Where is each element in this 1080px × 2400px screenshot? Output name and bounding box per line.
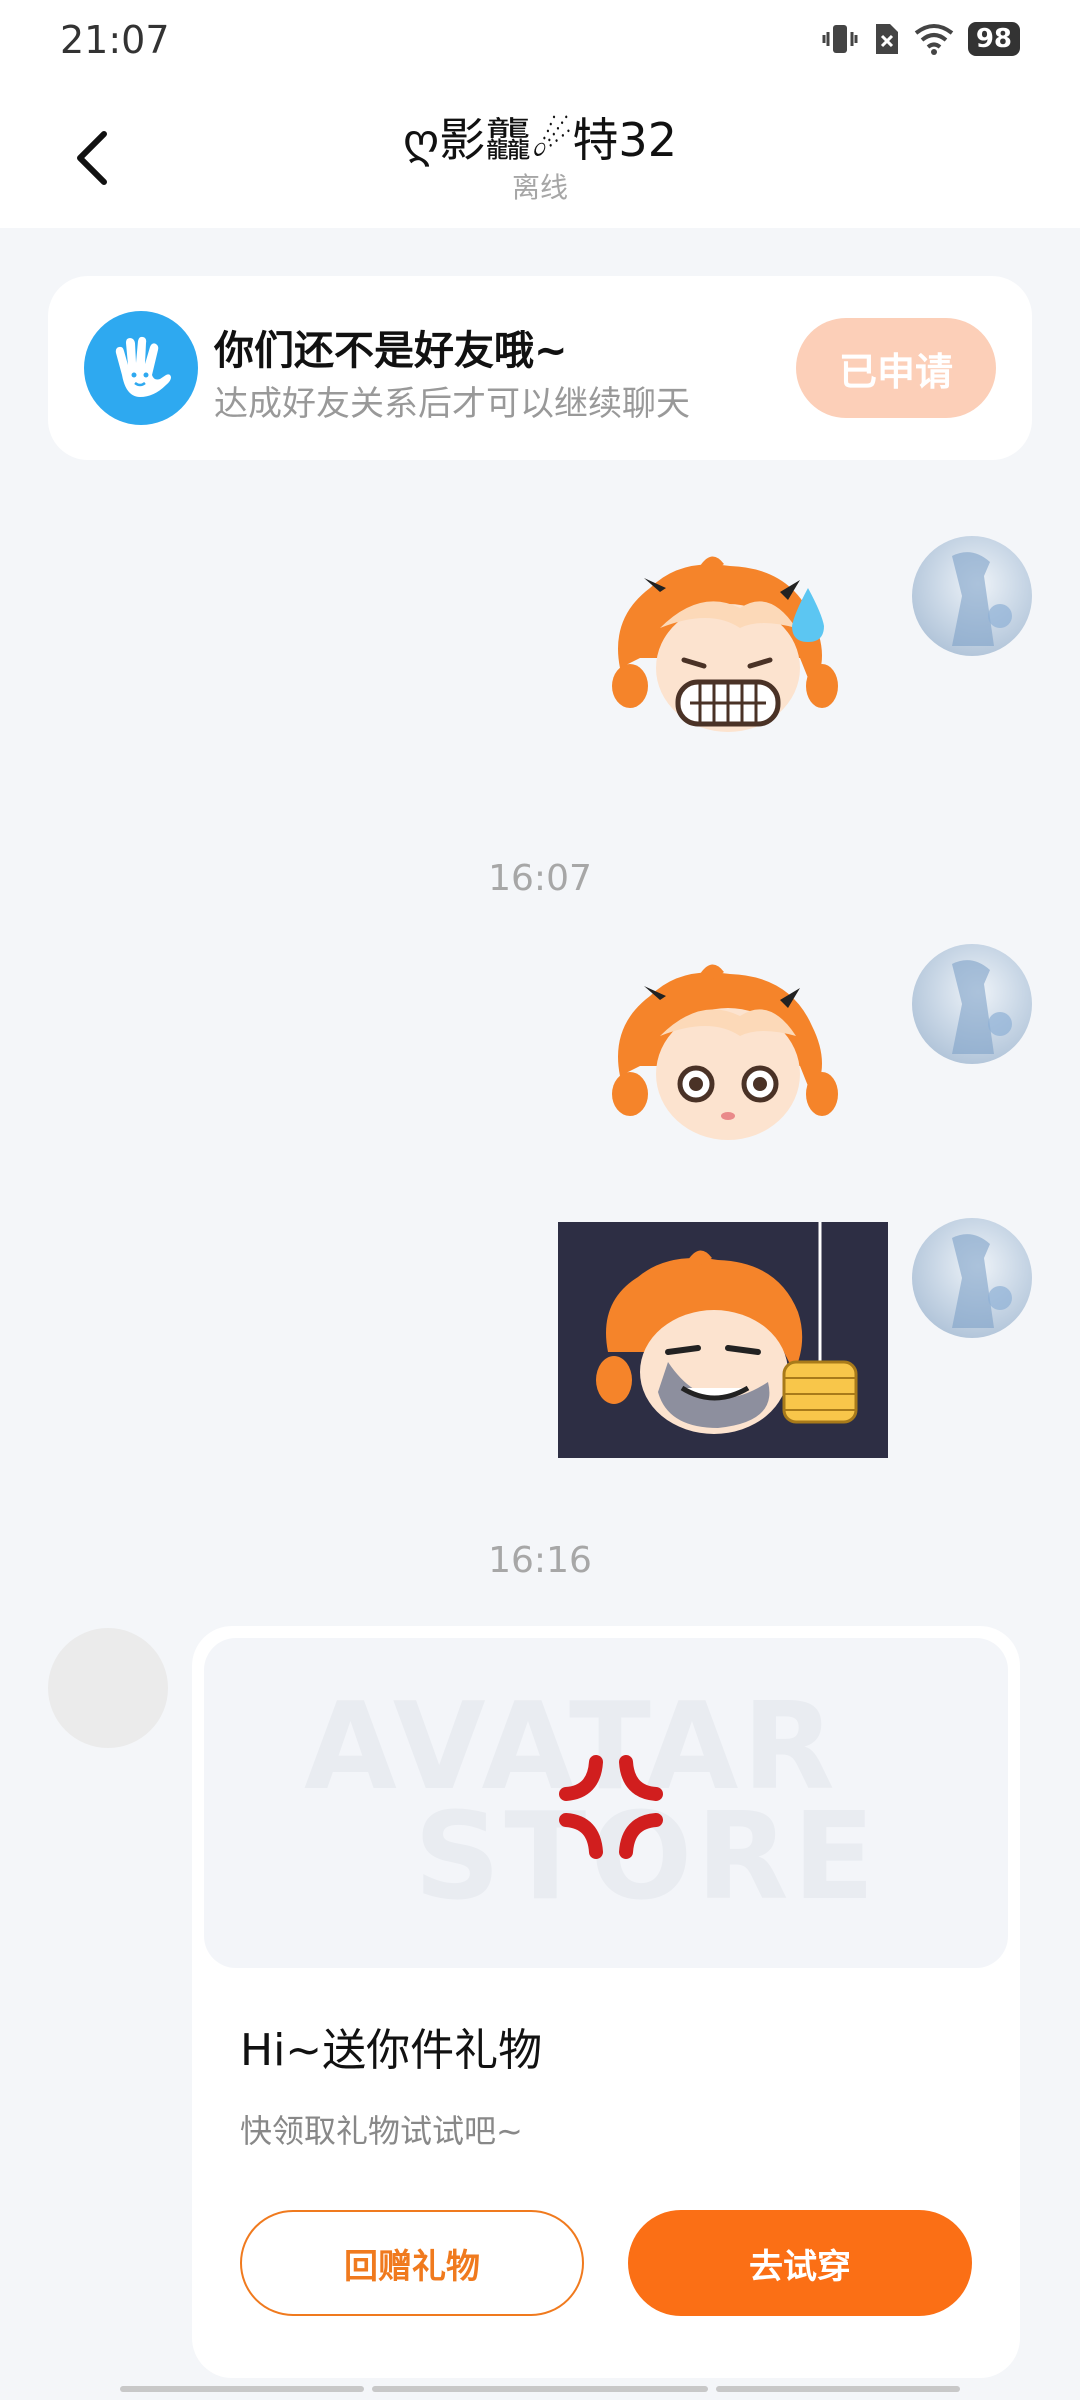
status-time: 21:07	[60, 18, 170, 62]
status-bar: 21:07 98	[0, 0, 1080, 80]
online-status: 离线	[511, 171, 568, 204]
my-avatar[interactable]	[912, 536, 1032, 656]
indicator-bar	[120, 2386, 364, 2392]
bottom-indicators	[0, 2380, 1080, 2400]
battery-icon: 98	[967, 22, 1020, 56]
gift-image: AVATAR STORE	[204, 1638, 1008, 1968]
sticker-punch[interactable]	[558, 1222, 888, 1458]
try-on-button[interactable]: 去试穿	[628, 2210, 972, 2316]
vibrate-icon	[822, 22, 858, 56]
my-avatar[interactable]	[912, 944, 1032, 1064]
sticker-shocked[interactable]	[600, 956, 848, 1152]
return-gift-button[interactable]: 回赠礼物	[240, 2210, 584, 2316]
chat-header: ღ影龘☄特32 离线	[0, 80, 1080, 228]
status-icons: 98	[822, 22, 1020, 56]
my-avatar[interactable]	[912, 1218, 1032, 1338]
wifi-icon	[914, 23, 954, 55]
other-user-avatar[interactable]	[48, 1628, 168, 1748]
gift-title: Hi~送你件礼物	[240, 2025, 543, 2076]
banner-title: 你们还不是好友哦~	[214, 328, 568, 374]
no-sim-icon	[872, 22, 900, 56]
chat-title: ღ影龘☄特32	[403, 113, 677, 167]
wave-hand-icon	[84, 311, 198, 425]
gift-subtitle: 快领取礼物试试吧~	[240, 2112, 523, 2150]
timestamp: 16:07	[488, 858, 592, 899]
timestamp: 16:16	[488, 1540, 592, 1581]
anger-icon	[559, 1755, 663, 1859]
banner-description: 达成好友关系后才可以继续聊天	[214, 384, 690, 424]
sticker-sweating[interactable]	[600, 548, 848, 748]
indicator-bar	[372, 2386, 708, 2392]
friend-request-banner: 你们还不是好友哦~ 达成好友关系后才可以继续聊天 已申请	[48, 276, 1032, 460]
gift-card[interactable]: AVATAR STORE Hi~送你件礼物 快领取礼物试试吧~ 回赠礼物 去试穿	[192, 1626, 1020, 2378]
indicator-bar	[716, 2386, 960, 2392]
applied-button[interactable]: 已申请	[796, 318, 996, 418]
